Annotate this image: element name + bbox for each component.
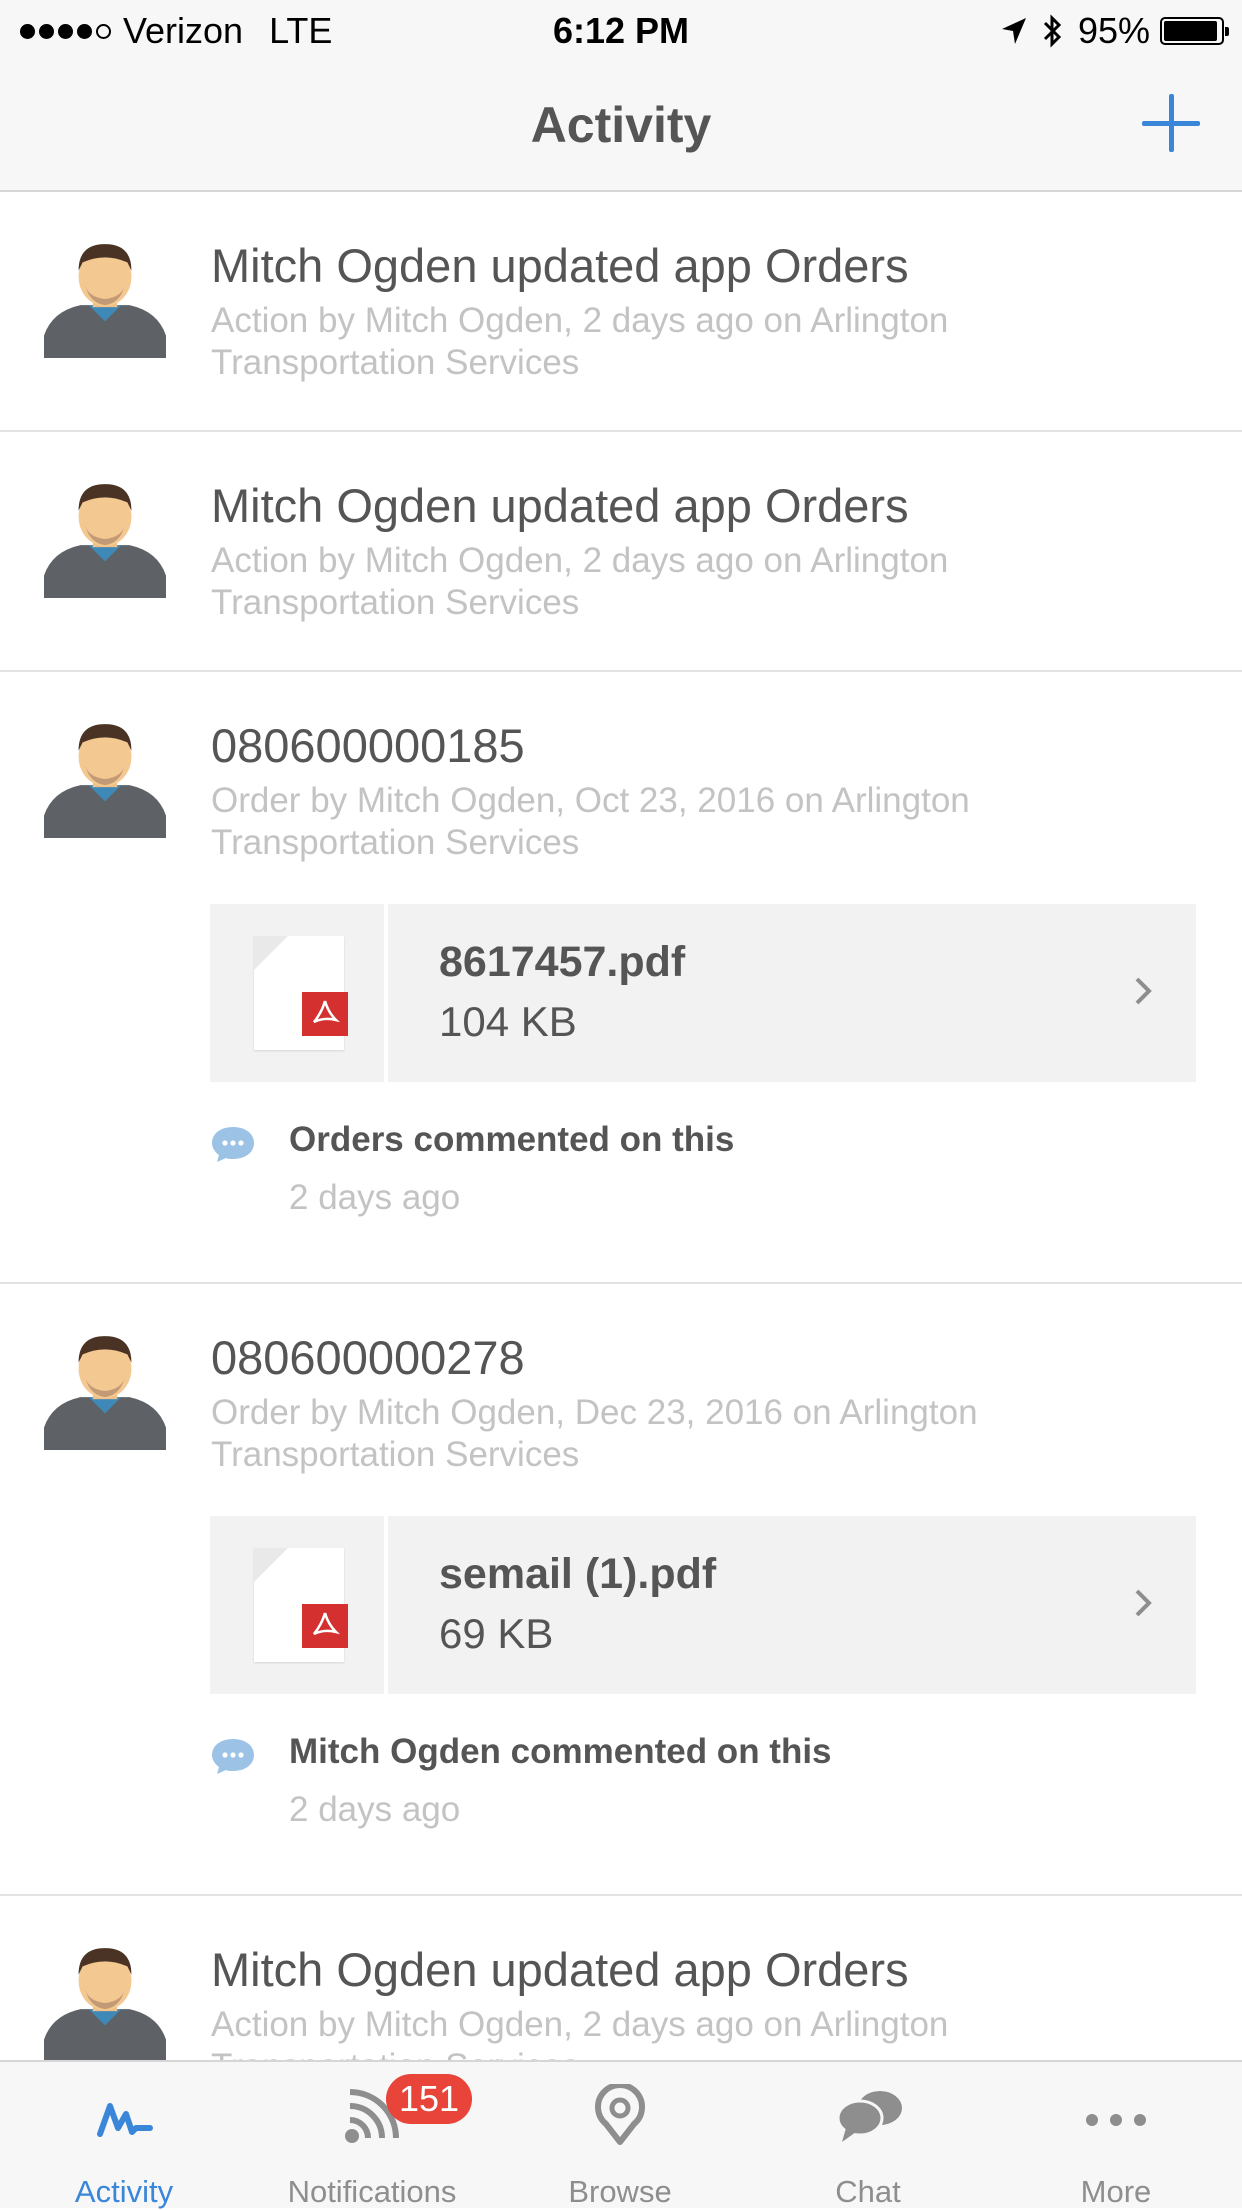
comment-title: Mitch Ogden commented on this — [289, 1732, 832, 1771]
chat-icon — [836, 2091, 902, 2142]
feed-item-subtitle: Order by Mitch Ogden, Oct 23, 2016 on Ar… — [211, 781, 970, 862]
attachment-size: 69 KB — [439, 1610, 554, 1657]
tab-activity[interactable]: Activity — [0, 2062, 248, 2209]
avatar-icon — [44, 244, 166, 358]
comment-icon — [212, 1739, 254, 1774]
add-button[interactable] — [1140, 92, 1204, 156]
tab-chat[interactable]: Chat — [744, 2062, 992, 2209]
pdf-file-icon — [254, 1548, 348, 1662]
attachment-name: semail (1).pdf — [439, 1550, 717, 1598]
tab-label: Browse — [568, 2174, 672, 2209]
tab-bar: Activity 151 Notifications Browse Chat M… — [0, 2060, 1242, 2209]
page-title: Activity — [530, 97, 712, 153]
browse-icon — [595, 2084, 645, 2145]
attachment-row[interactable]: semail (1).pdf 69 KB — [210, 1516, 1196, 1694]
attachment-thumbnail — [210, 1516, 388, 1694]
avatar-icon — [44, 484, 166, 598]
avatar-icon — [44, 1336, 166, 1450]
feed-item-title: 080600000278 — [211, 1331, 525, 1384]
feed-item[interactable]: Mitch Ogden updated app Orders Action by… — [0, 432, 1242, 672]
comment-title: Orders commented on this — [289, 1120, 735, 1159]
feed-item[interactable]: 080600000185 Order by Mitch Ogden, Oct 2… — [0, 672, 1242, 1284]
attachment-thumbnail — [210, 904, 388, 1082]
attachment-size: 104 KB — [439, 998, 577, 1045]
navigation-bar: Activity — [0, 62, 1242, 192]
notifications-badge: 151 — [386, 2074, 472, 2124]
feed-item-subtitle: Action by Mitch Ogden, 2 days ago on Arl… — [211, 301, 949, 382]
status-right: 95% — [1000, 10, 1229, 52]
bluetooth-icon — [1043, 14, 1062, 48]
battery-icon — [1160, 17, 1229, 45]
comment-time: 2 days ago — [289, 1790, 461, 1829]
feed-item-subtitle: Action by Mitch Ogden, 2 days ago on Arl… — [211, 541, 949, 622]
avatar-icon — [44, 724, 166, 838]
more-icon — [1086, 2114, 1146, 2126]
battery-percent: 95% — [1077, 10, 1150, 51]
chevron-right-icon — [1135, 977, 1152, 1005]
status-bar: Verizon LTE 6:12 PM 95% — [0, 0, 1242, 62]
activity-icon — [97, 2103, 153, 2137]
tab-browse[interactable]: Browse — [496, 2062, 744, 2209]
comment-icon — [212, 1127, 254, 1162]
feed-item[interactable]: Mitch Ogden updated app Orders Action by… — [0, 192, 1242, 432]
attachment-row[interactable]: 8617457.pdf 104 KB — [210, 904, 1196, 1082]
comment-time: 2 days ago — [289, 1178, 461, 1217]
tab-label: Activity — [74, 2174, 174, 2209]
feed-item-title: Mitch Ogden updated app Orders — [211, 479, 909, 532]
tab-label: Chat — [835, 2174, 901, 2209]
tab-label: More — [1080, 2174, 1152, 2209]
avatar-icon — [44, 1948, 166, 2062]
chevron-right-icon — [1135, 1589, 1152, 1617]
feed-item-title: Mitch Ogden updated app Orders — [211, 1943, 909, 1996]
feed-item-subtitle: Order by Mitch Ogden, Dec 23, 2016 on Ar… — [211, 1393, 978, 1474]
feed-item[interactable]: 080600000278 Order by Mitch Ogden, Dec 2… — [0, 1284, 1242, 1896]
pdf-file-icon — [254, 936, 348, 1050]
tab-notifications[interactable]: 151 Notifications — [248, 2062, 496, 2209]
feed-item-title: 080600000185 — [211, 719, 525, 772]
feed-item-title: Mitch Ogden updated app Orders — [211, 239, 909, 292]
tab-more[interactable]: More — [992, 2062, 1240, 2209]
attachment-name: 8617457.pdf — [439, 938, 686, 986]
location-arrow-icon — [1001, 18, 1026, 44]
activity-feed[interactable]: Mitch Ogden updated app Orders Action by… — [0, 192, 1242, 2136]
tab-label: Notifications — [287, 2174, 457, 2209]
